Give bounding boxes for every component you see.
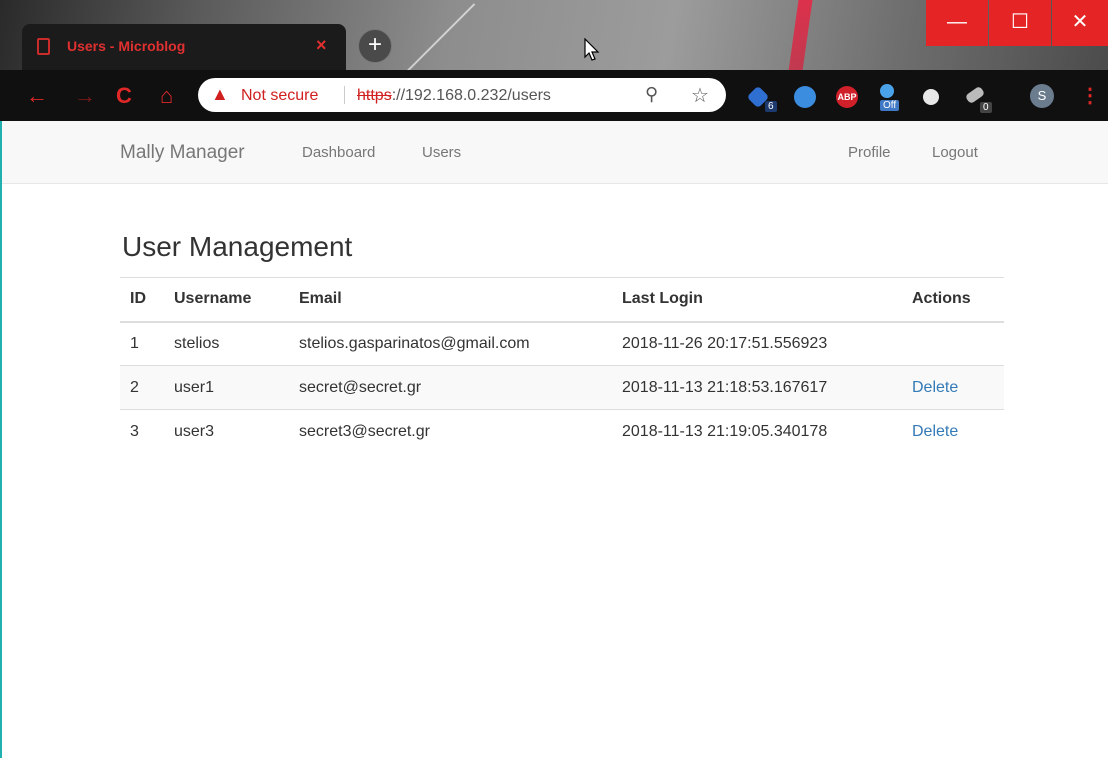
- page-content: Mally Manager Dashboard Users Profile Lo…: [0, 121, 1108, 758]
- nav-users-link[interactable]: Users: [422, 144, 461, 161]
- cell-email: secret3@secret.gr: [289, 409, 612, 454]
- extension-circle-icon[interactable]: [923, 89, 939, 105]
- tab-title: Users - Microblog: [67, 38, 186, 54]
- delete-user-link[interactable]: Delete: [902, 365, 1004, 410]
- url-rest: ://192.168.0.232/users: [391, 87, 551, 104]
- reload-button[interactable]: C: [116, 83, 132, 109]
- brand-link[interactable]: Mally Manager: [120, 142, 245, 164]
- table-header-row: ID Username Email Last Login Actions: [120, 277, 1004, 323]
- tab-close-icon[interactable]: ×: [316, 35, 327, 56]
- browser-toolbar: ← → C ⌂ ▲ Not secure https://192.168.0.2…: [0, 70, 1108, 121]
- browser-chrome: Users - Microblog × + — ☐ ✕ ← → C ⌂ ▲ No…: [0, 0, 1108, 121]
- background-decoration: [406, 3, 476, 72]
- cell-last-login: 2018-11-13 21:18:53.167617: [612, 365, 902, 410]
- cell-username: stelios: [164, 321, 289, 366]
- column-header: Last Login: [612, 277, 902, 323]
- cell-email: secret@secret.gr: [289, 365, 612, 410]
- column-header: ID: [120, 277, 164, 323]
- minimize-button[interactable]: —: [926, 0, 988, 46]
- page-title: User Management: [122, 231, 353, 262]
- column-header: Email: [289, 277, 612, 323]
- nav-profile-link[interactable]: Profile: [848, 144, 891, 161]
- cell-username: user3: [164, 409, 289, 454]
- address-bar[interactable]: ▲ Not secure https://192.168.0.232/users…: [198, 78, 726, 112]
- extension-badge: 0: [980, 102, 992, 113]
- url-protocol: https: [357, 87, 392, 104]
- nav-dashboard-link[interactable]: Dashboard: [302, 144, 375, 161]
- users-table: ID Username Email Last Login Actions 1 s…: [120, 277, 1004, 454]
- cell-actions: [902, 321, 1004, 366]
- extension-badge: Off: [880, 100, 900, 111]
- site-navbar: Mally Manager Dashboard Users Profile Lo…: [2, 121, 1108, 184]
- cell-last-login: 2018-11-13 21:19:05.340178: [612, 409, 902, 454]
- cell-username: user1: [164, 365, 289, 410]
- adblock-plus-icon[interactable]: ABP: [836, 86, 858, 108]
- forward-button[interactable]: →: [74, 83, 96, 109]
- zoom-icon[interactable]: ⚲: [645, 84, 658, 105]
- column-header: Actions: [902, 277, 1004, 323]
- column-header: Username: [164, 277, 289, 323]
- mouse-cursor-icon: [584, 38, 600, 61]
- cell-id: 3: [120, 409, 164, 454]
- extension-compass-icon[interactable]: [794, 86, 816, 108]
- bookmark-star-icon[interactable]: ☆: [691, 83, 709, 108]
- new-tab-button[interactable]: +: [358, 29, 392, 63]
- cell-email: stelios.gasparinatos@gmail.com: [289, 321, 612, 366]
- menu-icon[interactable]: ⋮: [1080, 83, 1100, 108]
- security-label[interactable]: Not secure: [241, 87, 318, 105]
- warning-icon: ▲: [211, 84, 229, 104]
- browser-tab[interactable]: Users - Microblog ×: [22, 24, 346, 70]
- url-text[interactable]: https://192.168.0.232/users: [357, 87, 551, 105]
- delete-user-link[interactable]: Delete: [902, 409, 1004, 454]
- table-row: 1 stelios stelios.gasparinatos@gmail.com…: [120, 321, 1004, 366]
- divider: [344, 86, 345, 104]
- home-button[interactable]: ⌂: [160, 83, 173, 109]
- cell-id: 1: [120, 321, 164, 366]
- nav-logout-link[interactable]: Logout: [932, 144, 978, 161]
- cell-id: 2: [120, 365, 164, 410]
- profile-avatar[interactable]: S: [1030, 84, 1054, 108]
- back-button[interactable]: ←: [26, 83, 48, 109]
- window-close-button[interactable]: ✕: [1052, 0, 1108, 46]
- extension-badge: 6: [765, 101, 777, 112]
- table-row: 3 user3 secret3@secret.gr 2018-11-13 21:…: [120, 409, 1004, 454]
- extension-off-icon[interactable]: [880, 84, 894, 98]
- cell-last-login: 2018-11-26 20:17:51.556923: [612, 321, 902, 366]
- page-icon: [37, 38, 50, 55]
- table-row: 2 user1 secret@secret.gr 2018-11-13 21:1…: [120, 365, 1004, 410]
- maximize-button[interactable]: ☐: [989, 0, 1051, 46]
